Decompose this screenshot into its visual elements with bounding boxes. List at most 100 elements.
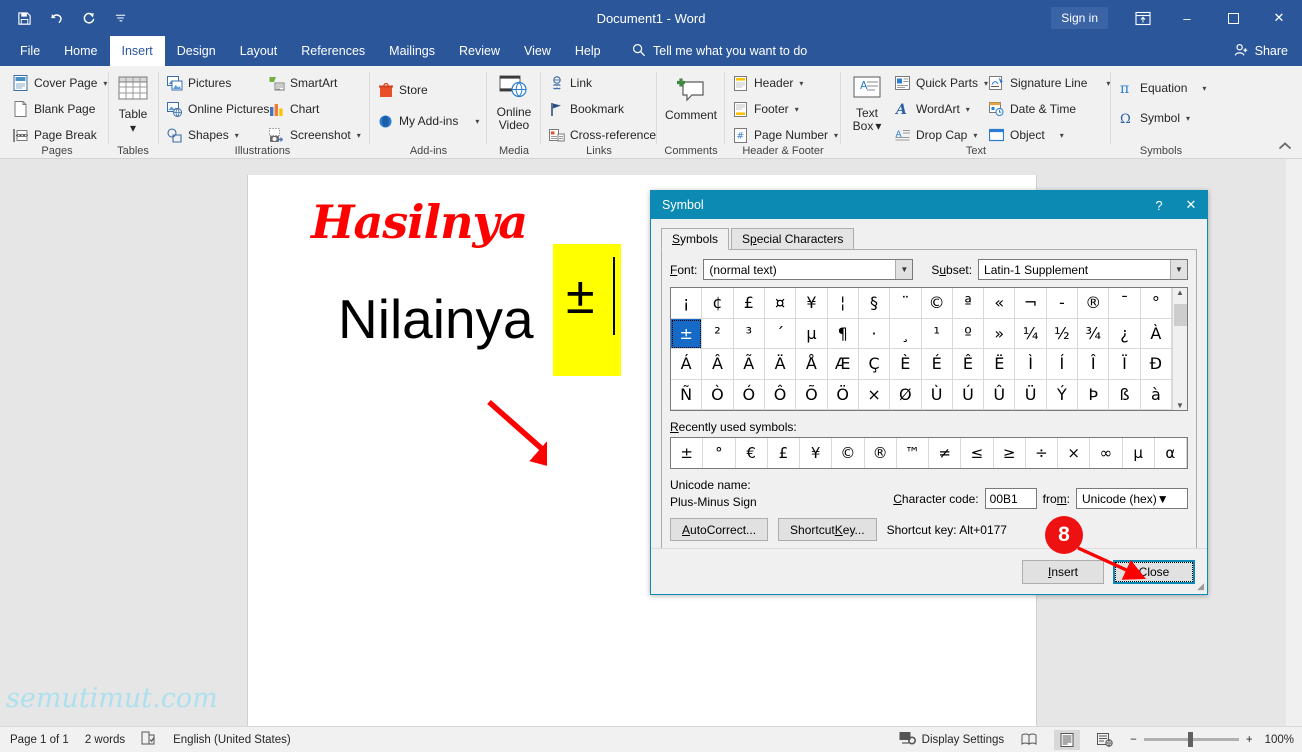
zoom-in-button[interactable]: + xyxy=(1246,734,1253,746)
symbol-cell[interactable]: Î xyxy=(1078,349,1110,380)
blank-page-button[interactable]: Blank Page xyxy=(12,98,107,120)
symbol-cell[interactable]: Ü xyxy=(1015,379,1047,410)
tab-layout[interactable]: Layout xyxy=(228,36,290,66)
symbol-cell[interactable]: à xyxy=(1140,379,1172,410)
cross-reference-button[interactable]: Cross-reference xyxy=(548,124,656,146)
tab-review[interactable]: Review xyxy=(447,36,512,66)
symbol-cell[interactable]: ¬ xyxy=(1015,288,1047,319)
chart-button[interactable]: Chart xyxy=(268,98,361,120)
object-button[interactable]: Object ▾ xyxy=(988,124,1110,146)
quick-parts-button[interactable]: Quick Parts ▾ xyxy=(894,72,988,94)
tab-design[interactable]: Design xyxy=(165,36,228,66)
symbol-cell[interactable]: È xyxy=(890,349,922,380)
signature-line-button[interactable]: Signature Line ▾ xyxy=(988,72,1110,94)
online-video-button[interactable]: Online Video xyxy=(488,71,540,132)
symbol-cell[interactable]: É xyxy=(921,349,953,380)
symbol-cell[interactable]: Ø xyxy=(890,379,922,410)
date-time-button[interactable]: Date & Time xyxy=(988,98,1110,120)
zoom-out-button[interactable]: − xyxy=(1130,734,1137,746)
text-box-button[interactable]: A Text Box ▾ xyxy=(846,72,888,133)
symbol-cell[interactable]: ¿ xyxy=(1109,318,1141,349)
symbol-cell[interactable]: ß xyxy=(1109,379,1141,410)
symbol-cell[interactable]: Ç xyxy=(858,349,891,380)
symbol-cell[interactable]: § xyxy=(858,288,891,319)
recent-symbol-cell[interactable]: α xyxy=(1155,438,1187,468)
recent-symbol-cell[interactable]: µ xyxy=(1123,438,1155,468)
subset-combobox[interactable]: Latin-1 Supplement ▼ xyxy=(978,259,1189,280)
scrollbar-thumb[interactable] xyxy=(1174,304,1187,326)
page-number-button[interactable]: # Page Number ▾ xyxy=(732,124,838,146)
screenshot-button[interactable]: Screenshot ▾ xyxy=(268,124,361,146)
tab-special-characters[interactable]: Special Characters xyxy=(731,228,855,249)
autocorrect-button[interactable]: AutoCorrect... xyxy=(670,518,769,541)
symbol-cell[interactable]: © xyxy=(921,288,953,319)
symbol-cell[interactable]: Û xyxy=(984,379,1016,410)
symbol-cell[interactable]: Ú xyxy=(952,379,985,410)
symbol-cell[interactable]: - xyxy=(1046,288,1079,319)
undo-icon[interactable] xyxy=(46,8,66,28)
comment-button[interactable]: Comment xyxy=(658,74,724,122)
redo-icon[interactable] xyxy=(78,8,98,28)
symbol-cell[interactable]: Ò xyxy=(702,379,734,410)
web-layout-button[interactable] xyxy=(1092,730,1118,750)
help-icon[interactable]: ? xyxy=(1143,191,1175,219)
symbol-cell[interactable]: Í xyxy=(1046,349,1079,380)
symbol-cell[interactable]: ¾ xyxy=(1078,318,1110,349)
symbol-cell[interactable]: Ö xyxy=(827,379,859,410)
close-button[interactable]: Close xyxy=(1113,559,1195,584)
link-button[interactable]: Link xyxy=(548,72,656,94)
my-addins-button[interactable]: My Add-ins ▾ xyxy=(377,110,479,132)
recent-symbol-cell[interactable]: ® xyxy=(865,438,897,468)
symbol-cell[interactable]: ´ xyxy=(764,318,797,349)
document-scrollbar[interactable] xyxy=(1286,159,1302,726)
symbol-cell[interactable]: ¯ xyxy=(1109,288,1141,319)
symbol-cell[interactable]: À xyxy=(1140,318,1172,349)
symbol-cell[interactable]: » xyxy=(984,318,1016,349)
symbol-cell[interactable]: Ñ xyxy=(671,379,703,410)
symbol-cell[interactable]: Ð xyxy=(1140,349,1172,380)
tell-me-search[interactable]: Tell me what you want to do xyxy=(632,36,807,66)
drop-cap-button[interactable]: A Drop Cap ▾ xyxy=(894,124,988,146)
tab-file[interactable]: File xyxy=(8,36,52,66)
shortcut-key-button[interactable]: Shortcut Key... xyxy=(778,518,877,541)
chevron-down-icon[interactable]: ▼ xyxy=(1170,260,1188,279)
customize-qat-icon[interactable] xyxy=(110,8,130,28)
tab-home[interactable]: Home xyxy=(52,36,109,66)
symbol-cell[interactable]: Ï xyxy=(1109,349,1141,380)
ribbon-display-options-icon[interactable] xyxy=(1122,0,1164,36)
shapes-button[interactable]: Shapes ▾ xyxy=(166,124,269,146)
symbol-button[interactable]: Ω Symbol ▾ xyxy=(1118,107,1206,129)
pictures-button[interactable]: Pictures xyxy=(166,72,269,94)
symbol-cell[interactable]: Ë xyxy=(984,349,1016,380)
recent-symbol-cell[interactable]: ± xyxy=(671,438,704,468)
symbol-cell[interactable]: Ä xyxy=(764,349,797,380)
symbol-cell[interactable]: µ xyxy=(796,318,828,349)
character-code-input[interactable]: 00B1 xyxy=(984,488,1037,509)
symbol-cell[interactable]: ½ xyxy=(1046,318,1079,349)
chevron-down-icon[interactable]: ▼ xyxy=(895,260,913,279)
collapse-ribbon-button[interactable] xyxy=(1278,142,1292,154)
symbol-grid-scrollbar[interactable]: ▲ ▼ xyxy=(1172,288,1187,410)
symbol-cell[interactable]: Ì xyxy=(1015,349,1047,380)
zoom-thumb[interactable] xyxy=(1187,732,1193,747)
symbol-cell[interactable]: ¤ xyxy=(764,288,797,319)
read-mode-button[interactable] xyxy=(1016,730,1042,750)
recent-symbol-cell[interactable]: ≠ xyxy=(929,438,962,468)
symbol-cell[interactable]: º xyxy=(952,318,985,349)
insert-button[interactable]: Insert xyxy=(1022,559,1104,584)
header-button[interactable]: Header ▾ xyxy=(732,72,838,94)
bookmark-button[interactable]: Bookmark xyxy=(548,98,656,120)
recent-symbol-cell[interactable]: € xyxy=(736,438,768,468)
chevron-down-icon[interactable]: ▼ xyxy=(1157,492,1169,506)
symbol-cell[interactable]: ¸ xyxy=(890,318,922,349)
print-layout-button[interactable] xyxy=(1054,729,1081,750)
footer-button[interactable]: Footer ▾ xyxy=(732,98,838,120)
table-button[interactable]: Table ▾ xyxy=(110,73,156,135)
zoom-slider[interactable]: − + xyxy=(1130,732,1253,747)
symbol-cell[interactable]: ® xyxy=(1078,288,1110,319)
close-window-button[interactable]: ✕ xyxy=(1256,0,1302,36)
symbol-cell[interactable]: ¢ xyxy=(702,288,734,319)
symbol-cell[interactable]: ² xyxy=(702,318,734,349)
resize-grip[interactable]: ◢ xyxy=(1197,581,1204,592)
symbol-cell[interactable]: Õ xyxy=(796,379,828,410)
